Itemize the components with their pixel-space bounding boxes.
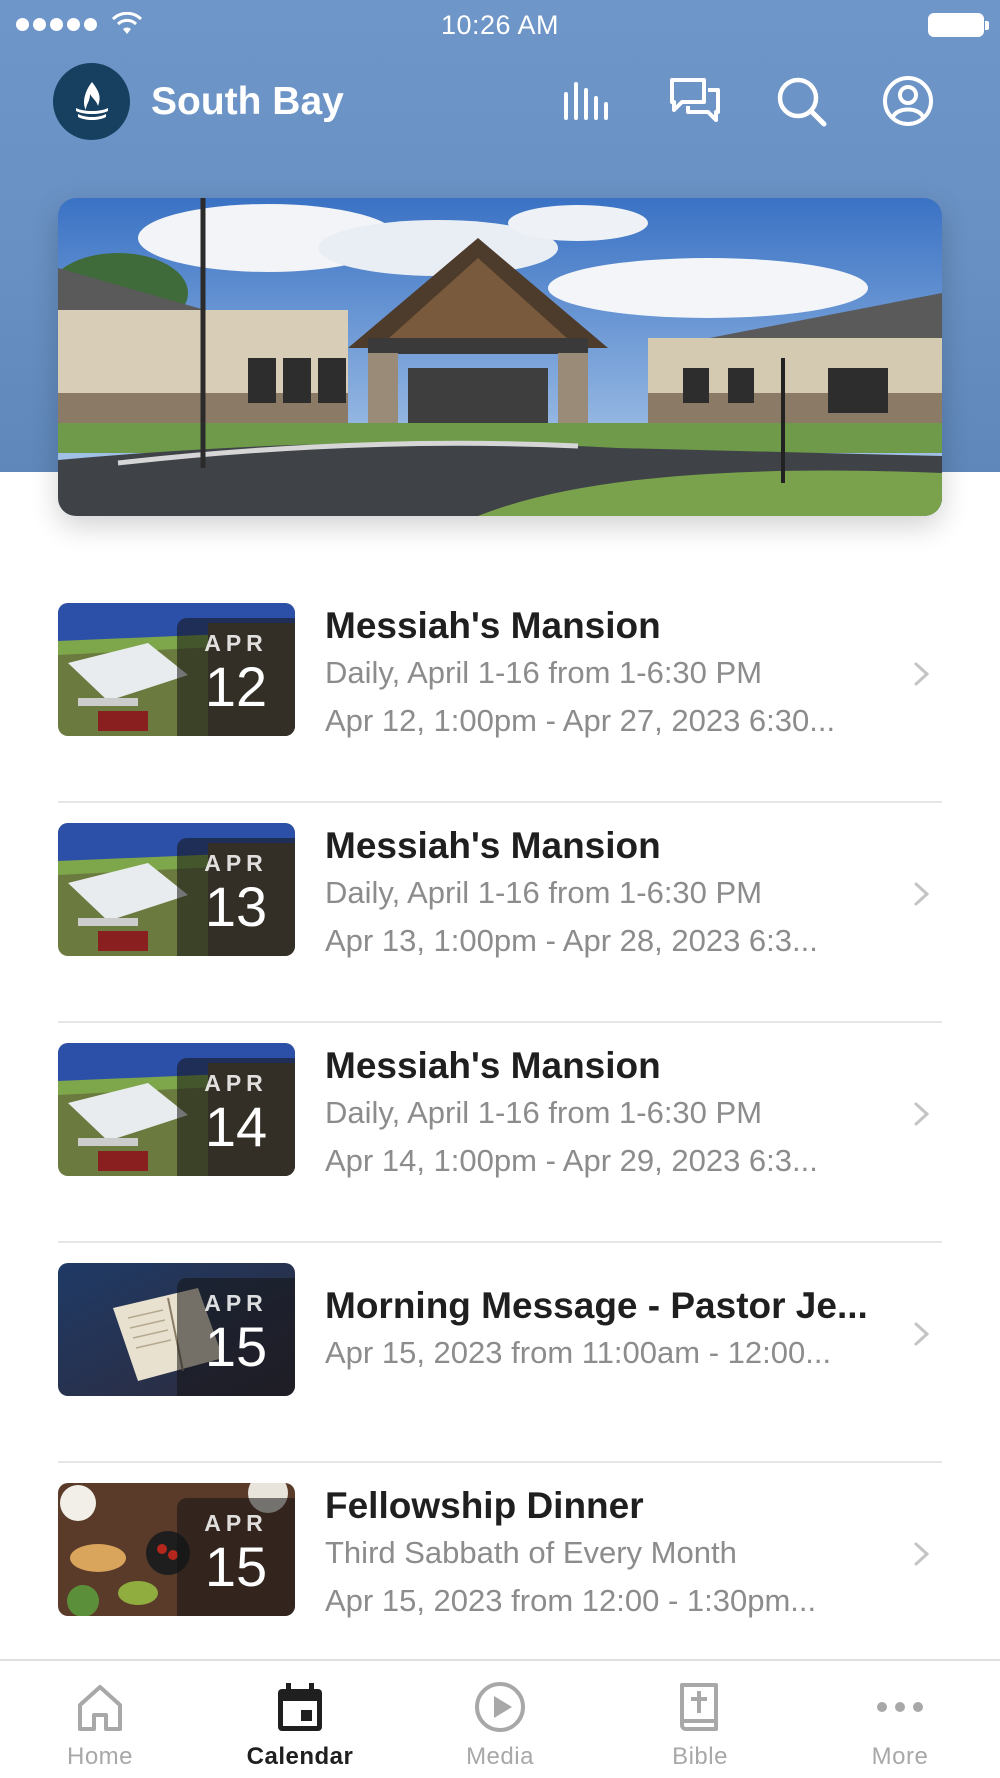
date-badge: APR 14 — [177, 1058, 295, 1176]
tab-label: More — [871, 1743, 929, 1770]
event-date-range: Apr 15, 2023 from 11:00am - 12:00... — [325, 1335, 832, 1370]
audio-bars-icon[interactable] — [560, 74, 614, 128]
flame-logo-icon — [75, 81, 108, 120]
date-day: 13 — [204, 875, 268, 938]
play-circle-icon — [475, 1682, 525, 1732]
event-thumbnail: APR 13 — [58, 823, 295, 956]
more-dots-icon — [877, 1702, 923, 1712]
tab-media[interactable]: Media — [400, 1661, 600, 1778]
event-date-range: Apr 12, 1:00pm - Apr 27, 2023 6:30... — [325, 703, 836, 738]
status-time: 10:26 AM — [440, 10, 560, 40]
date-badge: APR 12 — [177, 618, 295, 736]
tab-bar: Home Calendar Media Bible More — [0, 1659, 1000, 1778]
event-schedule: Third Sabbath of Every Month — [325, 1535, 737, 1570]
tab-label: Bible — [672, 1743, 728, 1770]
calendar-icon — [278, 1683, 322, 1731]
date-day: 14 — [204, 1095, 268, 1158]
app-bar: South Bay — [0, 60, 1000, 142]
home-icon — [78, 1685, 122, 1731]
event-date-range: Apr 13, 1:00pm - Apr 28, 2023 6:3... — [325, 923, 818, 958]
date-day: 12 — [204, 655, 268, 718]
event-list: APR 12 Messiah's Mansion Daily, April 1-… — [58, 583, 942, 1683]
chevron-right-icon — [914, 1542, 930, 1566]
date-month: APR — [204, 630, 268, 656]
chevron-right-icon — [914, 1322, 930, 1346]
event-row[interactable]: APR 15 Morning Message - Pastor Je... Ap… — [58, 1243, 942, 1463]
event-thumbnail: APR 12 — [58, 603, 295, 736]
event-schedule: Daily, April 1-16 from 1-6:30 PM — [325, 655, 763, 690]
tab-bible[interactable]: Bible — [600, 1661, 800, 1778]
date-badge: APR 15 — [177, 1278, 295, 1396]
date-day: 15 — [204, 1315, 268, 1378]
event-schedule: Daily, April 1-16 from 1-6:30 PM — [325, 1095, 763, 1130]
tab-label: Home — [66, 1743, 134, 1770]
date-badge: APR 15 — [177, 1498, 295, 1616]
event-row[interactable]: APR 14 Messiah's Mansion Daily, April 1-… — [58, 1023, 942, 1243]
event-title: Messiah's Mansion — [325, 825, 661, 866]
event-thumbnail: APR 14 — [58, 1043, 295, 1176]
event-text: Messiah's Mansion Daily, April 1-16 from… — [325, 823, 905, 965]
event-text: Fellowship Dinner Third Sabbath of Every… — [325, 1483, 905, 1625]
tab-home[interactable]: Home — [0, 1661, 200, 1778]
event-row[interactable]: APR 15 Fellowship Dinner Third Sabbath o… — [58, 1463, 942, 1683]
church-hero-image[interactable] — [58, 198, 942, 516]
event-date-range: Apr 15, 2023 from 12:00 - 1:30pm... — [325, 1583, 817, 1618]
chevron-right-icon — [914, 882, 930, 906]
tab-label: Calendar — [246, 1743, 354, 1770]
event-text: Morning Message - Pastor Je... Apr 15, 2… — [325, 1283, 905, 1377]
battery-icon — [928, 13, 989, 37]
event-date-range: Apr 14, 1:00pm - Apr 29, 2023 6:3... — [325, 1143, 818, 1178]
event-text: Messiah's Mansion Daily, April 1-16 from… — [325, 603, 905, 745]
event-title: Messiah's Mansion — [325, 605, 661, 646]
date-month: APR — [204, 1070, 268, 1096]
chevron-right-icon — [914, 662, 930, 686]
event-schedule: Daily, April 1-16 from 1-6:30 PM — [325, 875, 763, 910]
event-title: Messiah's Mansion — [325, 1045, 661, 1086]
search-icon[interactable] — [774, 74, 828, 128]
event-row[interactable]: APR 13 Messiah's Mansion Daily, April 1-… — [58, 803, 942, 1023]
date-month: APR — [204, 850, 268, 876]
date-badge: APR 13 — [177, 838, 295, 956]
chat-bubbles-icon[interactable] — [668, 74, 722, 128]
event-row[interactable]: APR 12 Messiah's Mansion Daily, April 1-… — [58, 583, 942, 803]
tab-calendar[interactable]: Calendar — [200, 1661, 400, 1778]
date-month: APR — [204, 1510, 268, 1536]
event-thumbnail: APR 15 — [58, 1483, 295, 1616]
bible-icon — [680, 1683, 718, 1731]
date-month: APR — [204, 1290, 268, 1316]
profile-icon[interactable] — [881, 74, 935, 128]
tab-label: Media — [466, 1743, 534, 1770]
event-title: Fellowship Dinner — [325, 1485, 644, 1526]
event-text: Messiah's Mansion Daily, April 1-16 from… — [325, 1043, 905, 1185]
church-name: South Bay — [151, 80, 344, 123]
event-title: Morning Message - Pastor Je... — [325, 1285, 868, 1326]
tab-more[interactable]: More — [800, 1661, 1000, 1778]
church-logo[interactable] — [53, 63, 130, 140]
chevron-right-icon — [914, 1102, 930, 1126]
status-bar: 10:26 AM — [0, 0, 1000, 50]
event-thumbnail: APR 15 — [58, 1263, 295, 1396]
date-day: 15 — [204, 1535, 268, 1598]
